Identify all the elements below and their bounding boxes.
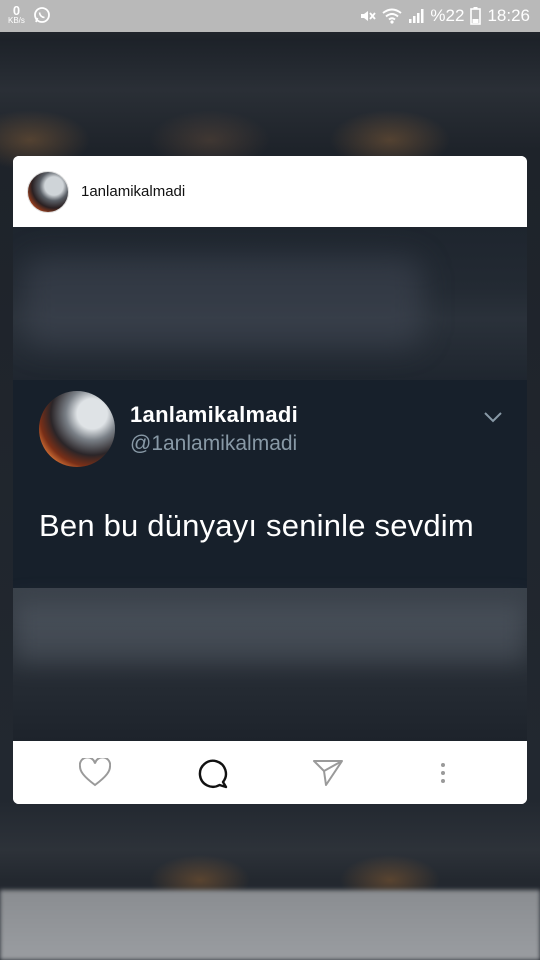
tweet-author-handle: @1anlamikalmadi <box>130 432 298 455</box>
send-icon[interactable] <box>311 756 345 790</box>
status-bar: 0 KB/s %22 18:26 <box>0 0 540 32</box>
mute-icon <box>358 7 377 25</box>
network-speed: 0 KB/s <box>8 4 25 25</box>
clock: 18:26 <box>487 6 530 25</box>
comment-icon[interactable] <box>195 756 229 790</box>
post-image: 1anlamikalmadi @1anlamikalmadi Ben bu dü… <box>13 227 527 741</box>
tweet-avatar <box>39 391 115 467</box>
post-header: 1anlamikalmadi <box>13 156 527 227</box>
battery-icon <box>470 7 482 25</box>
wifi-icon <box>382 8 403 24</box>
chevron-down-icon <box>483 410 503 428</box>
post-actions <box>13 741 527 804</box>
tweet-screenshot: 1anlamikalmadi @1anlamikalmadi Ben bu dü… <box>13 380 527 588</box>
heart-icon[interactable] <box>78 756 112 790</box>
more-icon[interactable] <box>426 756 460 790</box>
battery-percent: %22 <box>430 6 465 25</box>
post-preview-card: 1anlamikalmadi 1anlamikalmadi @1anlamika… <box>13 156 527 804</box>
avatar[interactable] <box>27 170 69 213</box>
blurred-region-bottom <box>13 588 527 741</box>
blurred-bottom-nav <box>0 890 540 960</box>
blurred-region-top <box>13 227 527 380</box>
whatsapp-icon <box>33 6 51 24</box>
tweet-author-name: 1anlamikalmadi <box>130 402 299 427</box>
header-username[interactable]: 1anlamikalmadi <box>81 183 185 200</box>
network-speed-unit: KB/s <box>8 16 25 25</box>
signal-icon <box>408 8 424 24</box>
tweet-text: Ben bu dünyayı seninle sevdim <box>39 508 474 543</box>
